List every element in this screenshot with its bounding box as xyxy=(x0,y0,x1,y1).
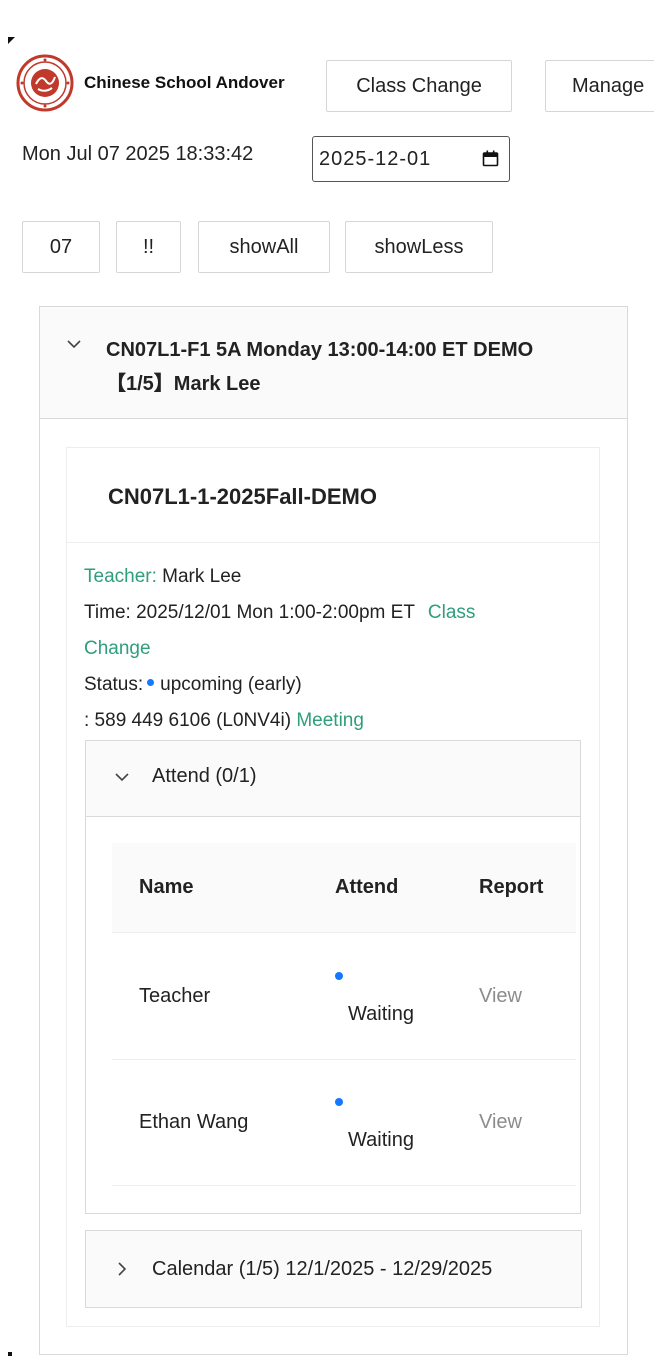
row-divider xyxy=(112,1059,576,1060)
view-report-link[interactable]: View xyxy=(479,985,522,1008)
table-row-attend: Waiting xyxy=(348,1129,414,1151)
teacher-label: Teacher: xyxy=(84,566,157,587)
column-header-name: Name xyxy=(139,876,194,898)
class-panel-title-line1: CN07L1-F1 5A Monday 13:00-14:00 ET DEMO xyxy=(106,339,534,361)
status-dot-icon xyxy=(335,1098,343,1106)
status-label: Status: xyxy=(84,674,144,695)
session-time: Time: 2025/12/01 Mon 1:00-2:00pm ET xyxy=(84,602,415,623)
date-picker-input[interactable]: 2025-12-01 xyxy=(312,136,510,182)
class-change-link[interactable]: Class xyxy=(428,602,476,623)
calendar-panel-title[interactable]: Calendar (1/5) 12/1/2025 - 12/29/2025 xyxy=(152,1258,492,1281)
column-header-report: Report xyxy=(479,876,544,898)
status-line: Status: upcoming (early) xyxy=(84,667,584,703)
status-dot-icon xyxy=(335,972,343,980)
filter-07-button[interactable]: 07 xyxy=(22,221,100,273)
status-dot-icon xyxy=(147,679,155,687)
row-divider xyxy=(112,1185,576,1186)
class-panel-title[interactable]: CN07L1-F1 5A Monday 13:00-14:00 ET DEMO … xyxy=(106,333,606,401)
student-name-link[interactable]: Ethan Wang xyxy=(139,1111,248,1134)
calendar-icon[interactable] xyxy=(482,150,499,167)
table-row-name: Teacher xyxy=(139,985,211,1007)
class-change-link-cont[interactable]: Change xyxy=(84,631,584,667)
corner-mark xyxy=(8,1352,12,1356)
chevron-down-icon[interactable] xyxy=(115,769,129,787)
meeting-link[interactable]: Meeting xyxy=(296,710,364,731)
show-all-button[interactable]: showAll xyxy=(198,221,330,273)
manage-button[interactable]: Manage xyxy=(545,60,654,112)
teacher-line: Teacher: Mark Lee xyxy=(84,559,584,595)
divider xyxy=(67,542,599,543)
school-logo-icon xyxy=(16,54,74,112)
attend-panel-title[interactable]: Attend (0/1) xyxy=(152,765,257,788)
column-header-attend: Attend xyxy=(335,876,399,898)
status-value: upcoming (early) xyxy=(160,674,302,695)
view-report-link[interactable]: View xyxy=(479,1111,522,1134)
chevron-right-icon[interactable] xyxy=(117,1262,127,1281)
alert-filter-button[interactable]: !! xyxy=(116,221,181,273)
show-less-button[interactable]: showLess xyxy=(345,221,493,273)
meeting-line: : 589 449 6106 (L0NV4i) Meeting xyxy=(84,703,584,739)
teacher-name: Mark Lee xyxy=(162,566,242,587)
table-row-attend: Waiting xyxy=(348,1003,414,1025)
session-card-title: CN07L1-1-2025Fall-DEMO xyxy=(108,484,377,509)
school-name: Chinese School Andover xyxy=(84,73,285,92)
class-panel-title-line2: 【1/5】Mark Lee xyxy=(106,373,261,395)
time-line: Time: 2025/12/01 Mon 1:00-2:00pm ET Clas… xyxy=(84,595,584,631)
date-value: 2025-12-01 xyxy=(319,147,432,170)
corner-mark xyxy=(8,37,15,44)
chevron-down-icon[interactable] xyxy=(67,336,81,354)
class-change-button[interactable]: Class Change xyxy=(326,60,512,112)
current-datetime: Mon Jul 07 2025 18:33:42 xyxy=(22,143,254,165)
meeting-id: : 589 449 6106 (L0NV4i) xyxy=(84,710,292,731)
